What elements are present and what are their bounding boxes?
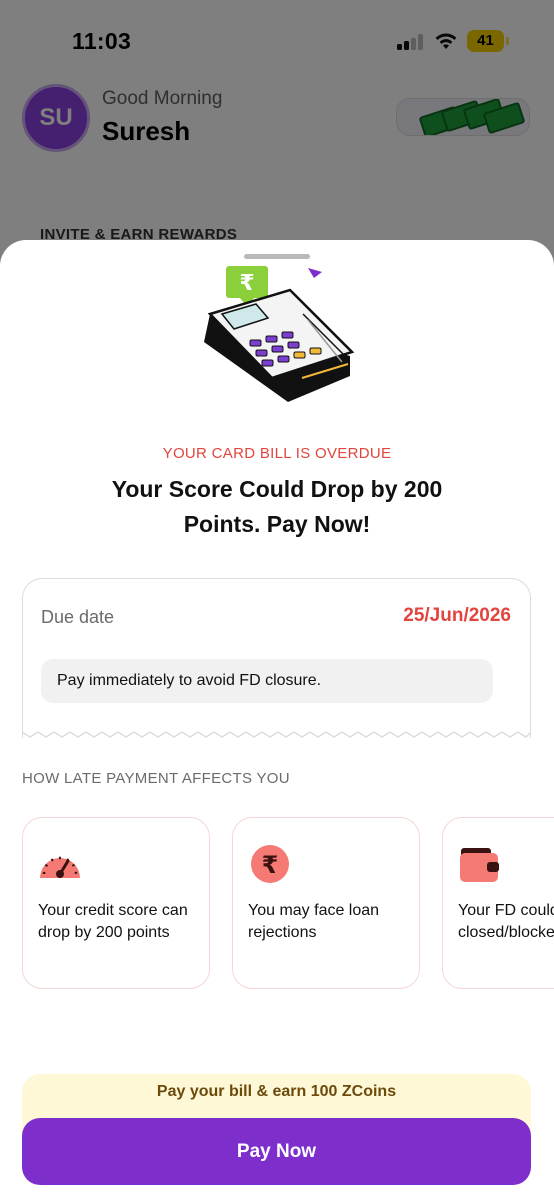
fd-closure-warning: Pay immediately to avoid FD closure.	[41, 659, 493, 703]
wallet-icon	[460, 848, 499, 882]
screen: 11:03 41 SU Good Morning Suresh	[0, 0, 554, 1200]
due-date-label: Due date	[41, 607, 115, 627]
overdue-bottom-sheet: ₹ YOUR CARD BILL IS OVERDUE Your Score C…	[0, 240, 554, 1200]
sheet-drag-handle[interactable]	[244, 254, 310, 259]
rupee-icon: ₹	[251, 845, 289, 883]
impact-card-fd-closure[interactable]: Your FD could be closed/blocked	[442, 817, 554, 989]
card-torn-edge	[22, 726, 531, 738]
svg-text:₹: ₹	[239, 271, 254, 296]
speedometer-icon	[40, 856, 80, 878]
late-payment-section-title: HOW LATE PAYMENT AFFECTS YOU	[22, 770, 290, 787]
pay-now-button[interactable]: Pay Now	[22, 1118, 531, 1185]
card-payment-terminal-illustration: ₹	[204, 266, 355, 402]
impact-text: You may face loan rejections	[248, 902, 380, 941]
impact-text: Your FD could be closed/blocked	[458, 902, 554, 941]
impact-card-credit-score[interactable]: Your credit score can drop by 200 points	[22, 817, 210, 989]
due-date-value: 25/Jun/2026	[403, 605, 511, 626]
sheet-headline: Your Score Could Drop by 200 Points. Pay…	[111, 476, 443, 537]
due-date-card: Due date 25/Jun/2026 Pay immediately to …	[22, 578, 531, 738]
overdue-label: YOUR CARD BILL IS OVERDUE	[162, 445, 392, 462]
svg-text:₹: ₹	[262, 851, 279, 879]
impact-card-loan-rejection[interactable]: ₹ You may face loan rejections	[232, 817, 420, 989]
impact-text: Your credit score can drop by 200 points	[38, 902, 188, 941]
